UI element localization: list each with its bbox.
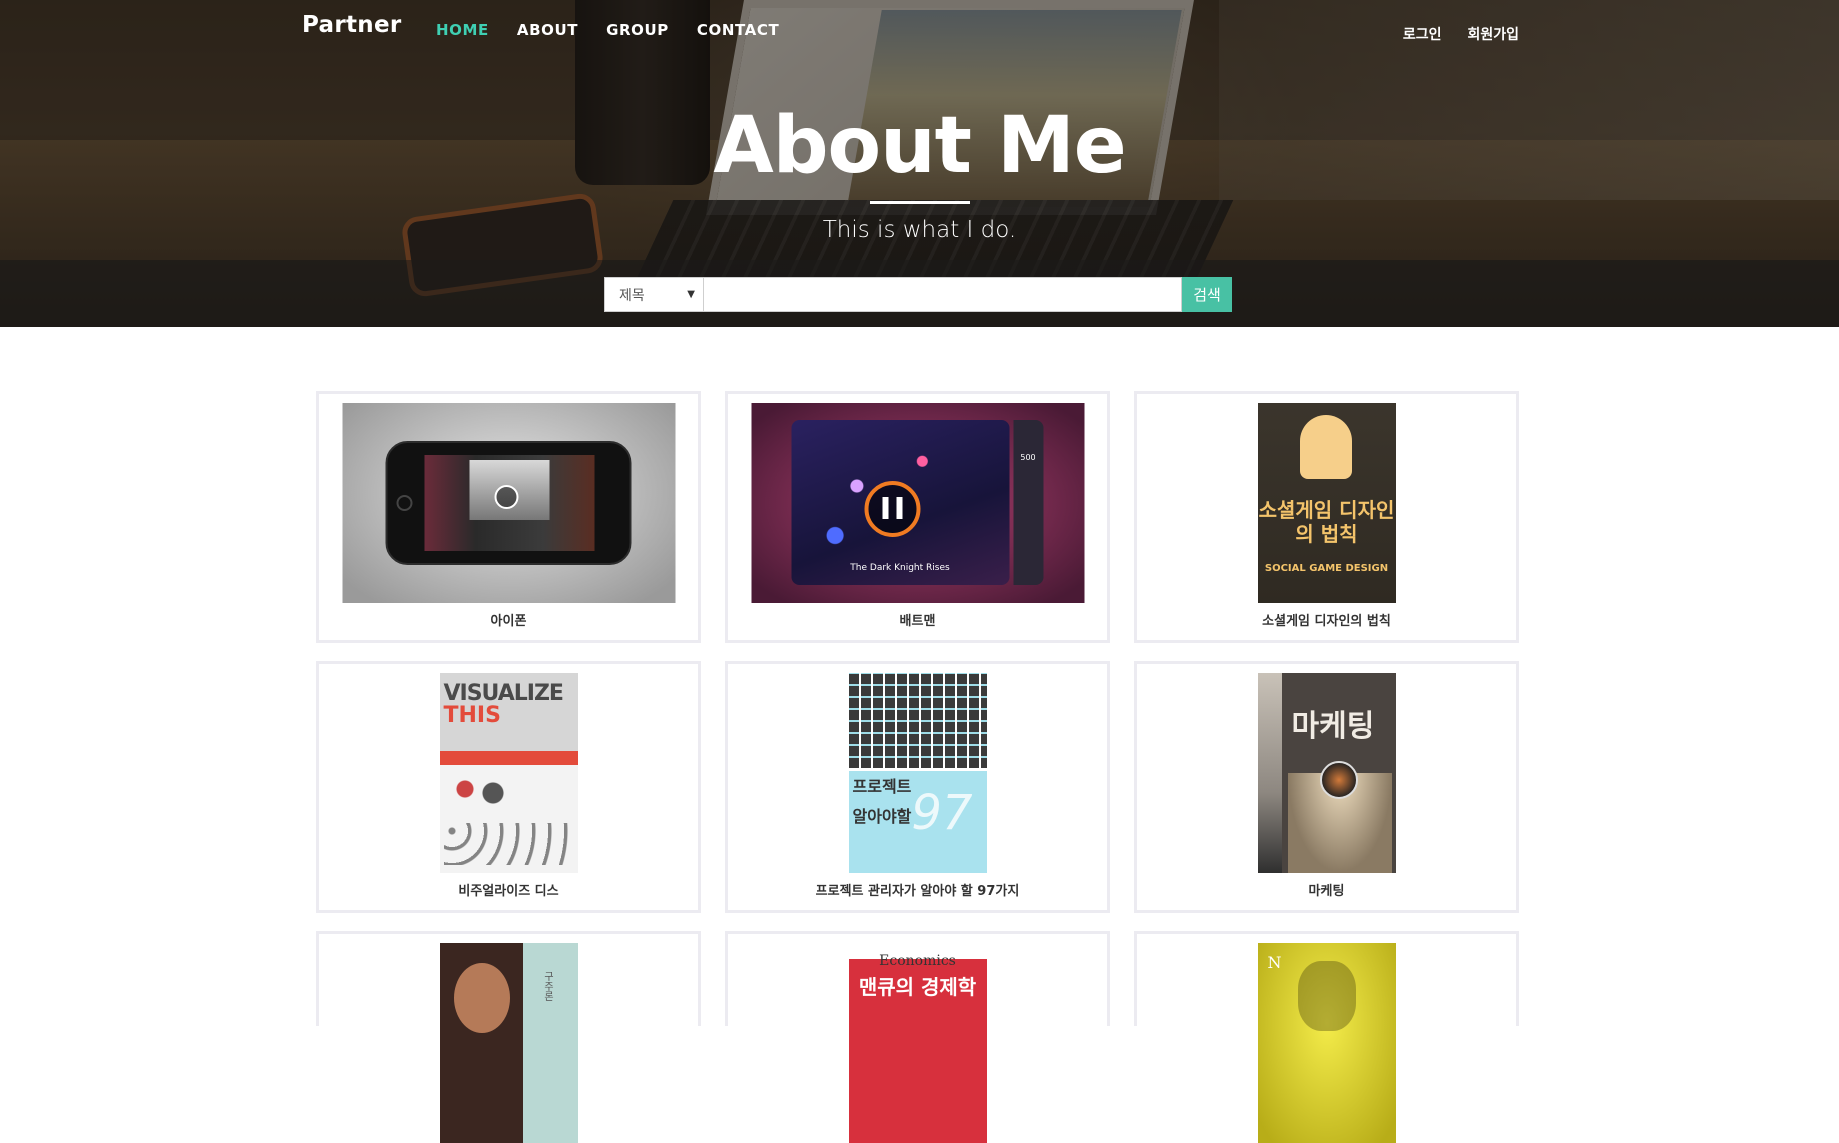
hero-banner: Partner HOME ABOUT GROUP CONTACT 로그인 회원가… [0, 0, 1839, 327]
cover-title-line1: Economics [879, 953, 956, 969]
player-sidebar [1013, 420, 1043, 585]
cover-portrait [1297, 961, 1356, 1031]
cover-title-line1: 프로젝트 [852, 777, 912, 796]
player-caption: The Dark Knight Rises [850, 563, 950, 573]
nav-item-group[interactable]: GROUP [606, 21, 669, 39]
cover-band [439, 751, 578, 765]
search-category-select[interactable]: 제목 ▼ [604, 277, 704, 312]
pause-icon [882, 497, 902, 519]
item-thumbnail[interactable]: 500 The Dark Knight Rises [751, 403, 1084, 603]
item-card[interactable]: VISUALIZE THIS 비주얼라이즈 디스 [316, 661, 701, 913]
cover-title: 구주론 [541, 971, 553, 1001]
cover-map [443, 773, 514, 813]
search-form: 제목 ▼ 검색 [604, 277, 1232, 312]
brand-logo[interactable]: Partner [302, 12, 402, 38]
home-button-icon [396, 495, 412, 511]
search-input[interactable] [704, 277, 1182, 312]
item-card[interactable]: 아이폰 [316, 391, 701, 643]
hero-title: About Me [713, 101, 1126, 191]
item-thumbnail[interactable]: 마케팅 [1257, 673, 1396, 873]
signup-link[interactable]: 회원가입 [1467, 24, 1519, 44]
search-button[interactable]: 검색 [1182, 277, 1232, 312]
item-card[interactable]: 구주론 [316, 931, 701, 1143]
item-title[interactable]: 프로젝트 관리자가 알아야 할 97가지 [728, 880, 1107, 899]
chevron-down-icon: ▼ [687, 289, 695, 300]
item-title[interactable]: 배트맨 [728, 610, 1107, 629]
item-card[interactable]: 프로젝트 알아야할 97 프로젝트 관리자가 알아야 할 97가지 [725, 661, 1110, 913]
cover-illustration [1299, 415, 1352, 479]
item-thumbnail[interactable]: 소셜게임 디자인의 법칙 SOCIAL GAME DESIGN [1257, 403, 1396, 603]
pause-icon [494, 485, 518, 509]
cover-dots [443, 823, 572, 865]
item-title[interactable]: 비주얼라이즈 디스 [319, 880, 698, 899]
nav-item-about[interactable]: ABOUT [517, 21, 578, 39]
like-count: 500 [1020, 453, 1036, 462]
cover-portrait [453, 963, 510, 1033]
cover-photo-grid [848, 673, 987, 768]
nav-item-home[interactable]: HOME [436, 21, 489, 39]
item-thumbnail[interactable]: Economics 맨큐의 경제학 [848, 943, 987, 1143]
item-grid: 아이폰 500 The Dark Knight Rises 배트맨 소셜게임 디… [316, 391, 1520, 1143]
item-thumbnail[interactable]: N [1257, 943, 1396, 1143]
item-title[interactable]: 소셜게임 디자인의 법칙 [1137, 610, 1516, 629]
item-card[interactable]: N [1134, 931, 1519, 1143]
hero-subtitle: This is what I do. [822, 217, 1017, 243]
item-card[interactable]: Economics 맨큐의 경제학 [725, 931, 1110, 1143]
item-thumbnail[interactable] [342, 403, 675, 603]
nav-item-contact[interactable]: CONTACT [697, 21, 779, 39]
item-thumbnail[interactable]: 프로젝트 알아야할 97 [848, 673, 987, 873]
auth-links: 로그인 회원가입 [1403, 24, 1519, 44]
item-card[interactable]: 마케팅 마케팅 [1134, 661, 1519, 913]
cover-title-line2: THIS [443, 703, 501, 728]
cover-number: 97 [911, 785, 973, 841]
cover-title: 마케팅 [1291, 709, 1375, 744]
cover-letter: N [1267, 953, 1282, 972]
login-link[interactable]: 로그인 [1403, 24, 1442, 44]
cover-subtitle: SOCIAL GAME DESIGN [1264, 563, 1389, 574]
cover-title-line2: 맨큐의 경제학 [858, 975, 977, 999]
hero-divider [870, 201, 970, 204]
item-card[interactable]: 소셜게임 디자인의 법칙 SOCIAL GAME DESIGN 소셜게임 디자인… [1134, 391, 1519, 643]
cover-title: 소셜게임 디자인의 법칙 [1258, 498, 1395, 546]
item-title[interactable]: 마케팅 [1137, 880, 1516, 899]
item-card[interactable]: 500 The Dark Knight Rises 배트맨 [725, 391, 1110, 643]
cover-bulb [1319, 761, 1358, 799]
search-category-value: 제목 [619, 287, 645, 304]
cover-title-line1: VISUALIZE [443, 681, 564, 706]
cover-side-strip [1257, 673, 1282, 873]
item-title[interactable]: 아이폰 [319, 610, 698, 629]
main-nav: HOME ABOUT GROUP CONTACT [436, 21, 807, 39]
item-thumbnail[interactable]: VISUALIZE THIS [439, 673, 578, 873]
item-thumbnail[interactable]: 구주론 [439, 943, 578, 1143]
cover-title-line2: 알아야할 [852, 807, 912, 826]
